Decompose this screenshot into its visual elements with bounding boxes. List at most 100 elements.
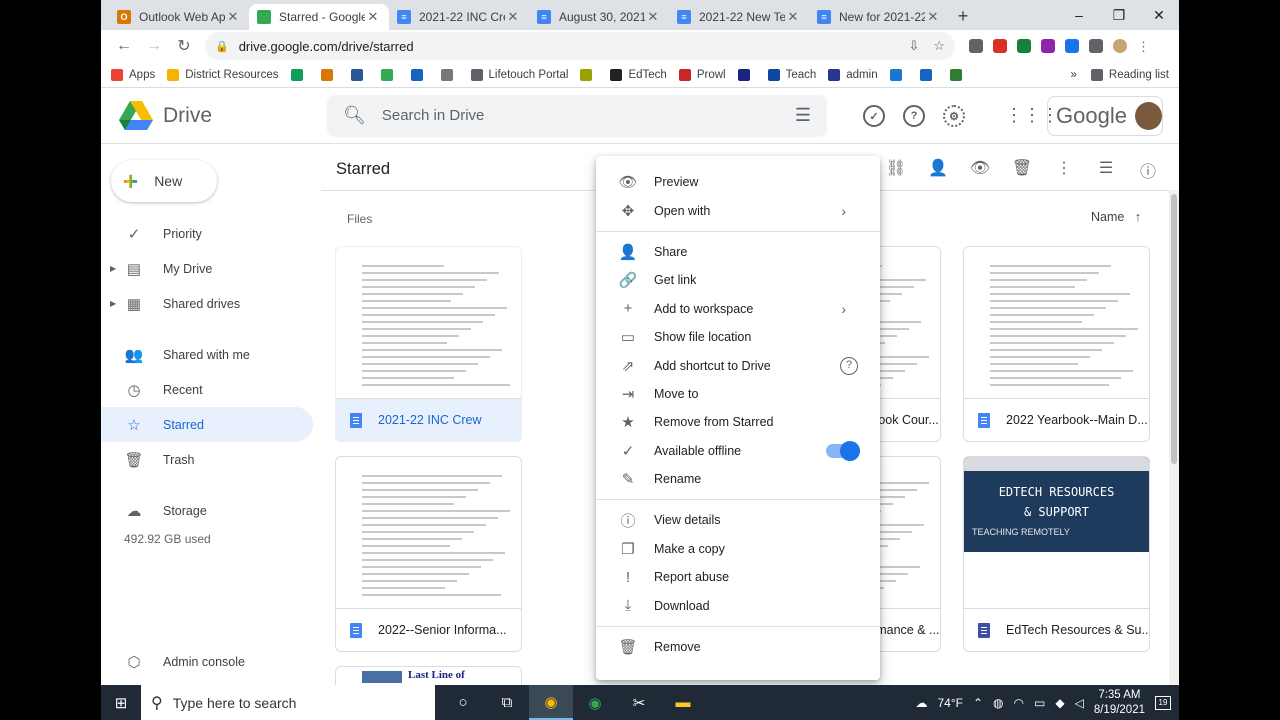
- snipping-tool-icon[interactable]: ✂: [617, 685, 661, 720]
- browser-tab[interactable]: ≡ 2021-22 New Teachers✕: [669, 4, 809, 30]
- list-view-icon[interactable]: ☰: [1095, 158, 1117, 182]
- menu-item-download[interactable]: ⤓ Download: [596, 591, 880, 619]
- bookmark-item[interactable]: Lifetouch Portal: [470, 68, 568, 81]
- menu-item-add-shortcut-to-drive[interactable]: ⇗ Add shortcut to Drive?: [596, 351, 880, 379]
- tray-chevron-icon[interactable]: ⌃: [973, 696, 983, 710]
- windows-start-icon[interactable]: ⊞: [101, 694, 141, 712]
- profile-icon[interactable]: [1113, 39, 1127, 53]
- sidebar-item-recent[interactable]: ◷ Recent: [101, 372, 321, 407]
- wifi-icon[interactable]: ◠: [1014, 696, 1024, 710]
- taskbar-search[interactable]: ⚲ Type here to search: [141, 685, 435, 720]
- browser-tab[interactable]: Starred - Google Drive✕: [249, 4, 389, 30]
- help-icon[interactable]: ?: [840, 356, 858, 375]
- task-view-icon[interactable]: ⧉: [485, 685, 529, 720]
- arrow-up-icon[interactable]: ↑: [1135, 210, 1141, 224]
- menu-item-remove-from-starred[interactable]: ★ Remove from Starred: [596, 408, 880, 436]
- sidebar-item-shared-drives[interactable]: ▶ ▦ Shared drives: [101, 286, 321, 321]
- menu-item-view-details[interactable]: ⓘ View details: [596, 506, 880, 534]
- info-icon[interactable]: ⓘ: [1137, 158, 1159, 182]
- extension-icon[interactable]: [1041, 39, 1055, 53]
- sidebar-item-storage[interactable]: ☁ Storage: [101, 493, 321, 528]
- ready-offline-icon[interactable]: ✓: [863, 105, 885, 127]
- bookmark-item[interactable]: [410, 68, 429, 81]
- menu-item-add-to-workspace[interactable]: + Add to workspace ›: [596, 295, 880, 323]
- menu-item-available-offline[interactable]: ✓ Available offline: [596, 437, 880, 465]
- tab-close-icon[interactable]: ✕: [225, 9, 241, 25]
- menu-item-get-link[interactable]: 🔗 Get link: [596, 266, 880, 294]
- puzzle-icon[interactable]: [1089, 39, 1103, 53]
- volume-icon[interactable]: ◁: [1075, 696, 1084, 710]
- admin-console-link[interactable]: ⬡ Admin console: [101, 644, 321, 679]
- search-icon[interactable]: 🔍︎: [343, 105, 366, 126]
- bookmark-item[interactable]: Prowl: [678, 68, 726, 81]
- settings-gear-icon[interactable]: ⚙: [943, 105, 965, 127]
- back-icon[interactable]: ←: [109, 37, 139, 55]
- bookmark-item[interactable]: Apps: [111, 68, 155, 81]
- bookmark-item[interactable]: [320, 68, 339, 81]
- sidebar-item-starred[interactable]: ☆ Starred: [101, 407, 313, 442]
- menu-item-rename[interactable]: ✎ Rename: [596, 465, 880, 493]
- file-explorer-icon[interactable]: ▬: [661, 685, 705, 720]
- bookmark-item[interactable]: [380, 68, 399, 81]
- weather-temp[interactable]: 74°F: [938, 696, 963, 710]
- extension-icon[interactable]: [1065, 39, 1079, 53]
- bookmark-item[interactable]: [440, 68, 459, 81]
- menu-item-remove[interactable]: 🗑 Remove: [596, 633, 880, 661]
- bookmark-item[interactable]: [350, 68, 369, 81]
- tray-app-icon[interactable]: ◍: [993, 696, 1003, 710]
- clock[interactable]: 7:35 AM 8/19/2021: [1094, 688, 1145, 718]
- bookmark-star-icon[interactable]: ☆: [933, 38, 945, 54]
- menu-item-report-abuse[interactable]: ! Report abuse: [596, 563, 880, 591]
- tab-close-icon[interactable]: ✕: [505, 9, 521, 25]
- sidebar-item-shared-with-me[interactable]: 👥 Shared with me: [101, 337, 321, 372]
- file-card[interactable]: Last Line of: [335, 666, 522, 685]
- sort-by-name[interactable]: Name ↑: [1091, 210, 1141, 224]
- extension-icon[interactable]: [969, 39, 983, 53]
- scrollbar[interactable]: [1169, 190, 1179, 685]
- sidebar-item-priority[interactable]: ✓ Priority: [101, 216, 321, 251]
- menu-item-show-file-location[interactable]: ▭ Show file location: [596, 323, 880, 351]
- restore-icon[interactable]: ❐: [1099, 0, 1139, 30]
- offline-toggle[interactable]: [826, 440, 860, 461]
- reload-icon[interactable]: ↻: [169, 36, 199, 56]
- expand-caret-icon[interactable]: ▶: [110, 264, 116, 273]
- file-card[interactable]: 2022 Yearbook--Main D...: [963, 246, 1150, 442]
- bookmark-item[interactable]: District Resources: [167, 68, 279, 81]
- bookmark-item[interactable]: admin: [828, 68, 878, 81]
- file-card[interactable]: 2021-22 INC Crew: [335, 246, 522, 442]
- tab-close-icon[interactable]: ✕: [785, 9, 801, 25]
- sidebar-item-my-drive[interactable]: ▶ ▤ My Drive: [101, 251, 321, 286]
- menu-item-move-to[interactable]: ⇥ Move to: [596, 380, 880, 408]
- new-tab-button[interactable]: +: [949, 4, 977, 30]
- avatar[interactable]: [1134, 102, 1162, 130]
- tab-close-icon[interactable]: ✕: [925, 9, 941, 25]
- bookmark-item[interactable]: [889, 68, 908, 81]
- tab-close-icon[interactable]: ✕: [365, 9, 381, 25]
- link-icon[interactable]: ⛓: [885, 158, 907, 182]
- menu-item-open-with[interactable]: ✥ Open with ›: [596, 196, 880, 224]
- new-button[interactable]: + New: [111, 160, 217, 202]
- bookmark-item[interactable]: EdTech: [610, 68, 667, 81]
- google-account[interactable]: Google: [1047, 96, 1163, 136]
- chrome-profile-icon[interactable]: ◉: [573, 685, 617, 720]
- forward-icon[interactable]: →: [139, 37, 169, 55]
- expand-caret-icon[interactable]: ▶: [110, 299, 116, 308]
- extension-icon[interactable]: [993, 39, 1007, 53]
- kebab-menu-icon[interactable]: ⋮: [1137, 39, 1150, 54]
- bookmark-item[interactable]: [737, 68, 756, 81]
- search-box[interactable]: 🔍︎ Search in Drive ☰: [327, 94, 827, 137]
- bookmark-item[interactable]: [290, 68, 309, 81]
- trash-icon[interactable]: 🗑: [1011, 158, 1033, 182]
- share-icon[interactable]: 👤: [927, 158, 949, 182]
- notifications-icon[interactable]: 19: [1155, 695, 1171, 710]
- browser-tab[interactable]: ≡ 2021-22 INC Crew✕: [389, 4, 529, 30]
- chrome-icon[interactable]: ◉: [529, 685, 573, 720]
- file-card[interactable]: EDTECH RESOURCES & SUPPORT TEACHING REMOTE…: [963, 456, 1150, 652]
- preview-icon[interactable]: 👁: [969, 158, 991, 182]
- bookmark-item[interactable]: [919, 68, 938, 81]
- menu-item-preview[interactable]: 👁 Preview: [596, 168, 880, 196]
- help-icon[interactable]: ?: [903, 105, 925, 127]
- url-text[interactable]: drive.google.com/drive/starred: [239, 39, 895, 54]
- battery-icon[interactable]: ▭: [1034, 696, 1045, 710]
- drive-logo[interactable]: Drive: [101, 100, 327, 131]
